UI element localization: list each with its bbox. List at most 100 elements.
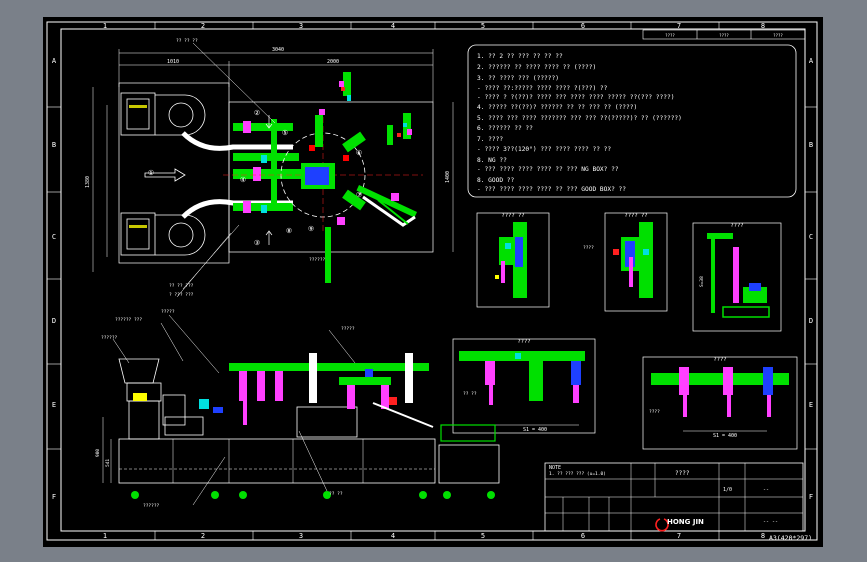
svg-text:?? ??: ?? ??: [463, 391, 477, 397]
note-line: - ???? 3??(120°) ??? ???? ???? ?? ??: [477, 145, 611, 153]
note-line: 7. ????: [477, 136, 503, 143]
row-label: B: [52, 141, 56, 149]
svg-text:????: ????: [665, 33, 675, 38]
row-label: B: [809, 141, 813, 149]
dim-overall: 3040: [272, 47, 284, 53]
note-line: 3. ?? ???? ??? (?????): [477, 75, 559, 82]
col-label: 3: [299, 22, 303, 30]
col-label: 3: [299, 532, 303, 540]
svg-text:????: ????: [730, 223, 743, 229]
callout-label: ? ??? ???: [169, 292, 194, 298]
note-line: - ???? ??:????? ???? ???? ?(???) ??: [477, 85, 608, 92]
row-label: D: [52, 317, 56, 325]
row-label: F: [809, 493, 813, 501]
callout-label: ??????: [309, 257, 326, 263]
station-marker: ②: [254, 109, 260, 117]
station-marker: ①: [148, 169, 154, 177]
front-elevation: 900 541: [95, 353, 500, 499]
detail-view-5: ???? S1 = 400 ????: [642, 356, 798, 450]
callout-label: ?????: [161, 309, 175, 315]
row-label: A: [52, 57, 57, 65]
col-label: 7: [677, 22, 681, 30]
note-line: 4. ????? ??(??)? ?????? ?? ?? ??? ?? (??…: [477, 104, 637, 111]
svg-text:????: ????: [719, 33, 729, 38]
callout-label: ?? ??: [329, 491, 343, 497]
title-block: NOTE 1. ?? ??? ??? (u=1.0) ???? 1/0 -- -…: [544, 462, 812, 542]
row-label: D: [809, 317, 813, 325]
detail-view-3: ???? S=38: [692, 222, 782, 332]
note-line: 1. ?? ??? ??? (u=1.0): [549, 471, 606, 477]
row-label: F: [52, 493, 56, 501]
row-label: A: [809, 57, 814, 65]
top-right-cells: ???? ???? ????: [642, 29, 806, 40]
row-label: C: [52, 233, 56, 241]
col-label: 1: [103, 22, 107, 30]
station-marker: ⑥: [356, 149, 362, 157]
detail-view-2: ???? ??: [604, 212, 668, 312]
station-marker: ③: [254, 239, 260, 247]
row-label: C: [809, 233, 813, 241]
dim-s1: S1 = 400: [523, 427, 547, 433]
note-line: - ??? ???? ???? ???? ?? ??? NG BOX? ??: [477, 166, 619, 173]
svg-text:????: ????: [713, 357, 726, 363]
drawing-name: ????: [675, 470, 690, 477]
callout-label: ?????: [341, 326, 355, 332]
col-label: 6: [581, 532, 585, 540]
note-label: NOTE: [549, 465, 561, 471]
dim-left: 1010: [167, 59, 179, 65]
cad-drawing: 1 2 3 4 5 6 7 8 1 2 3 4 5 6 7 8 A B C D …: [46, 21, 818, 542]
note-line: 8. GOOD ??: [477, 177, 515, 184]
svg-text:???? ??: ???? ??: [501, 213, 524, 219]
station-marker: ⑦: [356, 191, 362, 199]
note-line: 5. ???? ??? ???? ??????? ??? ??? ??(????…: [477, 115, 682, 122]
row-label: E: [809, 401, 813, 409]
detail-view-4: ???? S1 = 400 ?? ??: [452, 338, 596, 434]
col-label: 5: [481, 22, 485, 30]
sheet-size: A3(420*297): [769, 534, 812, 542]
row-label: E: [52, 401, 56, 409]
elev-dim-2: 541: [105, 459, 111, 467]
callout-label: ??????: [101, 335, 118, 341]
callout-label: ?? ?? ??: [176, 38, 198, 44]
col-label: 6: [581, 22, 585, 30]
col-label: 8: [761, 22, 765, 30]
plan-view: 3040 1010 2000 1380 1400 ① ② ③ ④ ⑤ ⑥ ⑦ ⑧…: [85, 47, 454, 283]
dim-right: 2000: [327, 59, 339, 65]
note-line: 1. ?? 2 ?? ??? ?? ?? ??: [477, 53, 563, 60]
dwg-no: -- --: [763, 519, 778, 525]
col-label: 7: [677, 532, 681, 540]
note-line: - ???? ? ?(??)? ???? ??? ???? ???? ?????…: [477, 94, 674, 101]
callout-label: ?????? ???: [115, 317, 142, 323]
callout-label: ????: [583, 245, 594, 251]
drawing-sheet: 1 2 3 4 5 6 7 8 1 2 3 4 5 6 7 8 A B C D …: [43, 17, 823, 547]
col-label: 1: [103, 532, 107, 540]
callout-label: ?? ?? ???: [169, 283, 194, 289]
col-label: 2: [201, 532, 205, 540]
note-line: 8. NG ??: [477, 157, 507, 164]
rev: --: [763, 487, 769, 493]
note-line: 2. ?????? ?? ???? ???? ?? (????): [477, 64, 596, 71]
dim-s1-b: S1 = 400: [713, 433, 737, 439]
dim-right-vertical: 1400: [445, 171, 451, 183]
callout-label: ??????: [143, 503, 160, 509]
col-label: 4: [391, 22, 395, 30]
elev-dim-1: 900: [95, 449, 101, 457]
s-dim: S=38: [699, 276, 705, 287]
col-label: 2: [201, 22, 205, 30]
dim-left-vertical: 1380: [85, 176, 91, 188]
detail-view-1: ???? ??: [476, 212, 550, 308]
col-label: 8: [761, 532, 765, 540]
station-marker: ⑨: [308, 225, 314, 233]
col-label: 5: [481, 532, 485, 540]
svg-text:???? ??: ???? ??: [624, 213, 647, 219]
col-label: 4: [391, 532, 395, 540]
scale: 1/0: [723, 487, 732, 493]
svg-text:????: ????: [773, 33, 783, 38]
svg-text:????: ????: [649, 409, 660, 415]
company-logo: HONG JIN: [667, 518, 704, 526]
station-marker: ⑤: [282, 129, 288, 137]
station-marker: ⑧: [286, 227, 292, 235]
svg-text:????: ????: [517, 339, 530, 345]
station-marker: ④: [240, 176, 246, 184]
notes-box: 1. ?? 2 ?? ??? ?? ?? ?? 2. ?????? ?? ???…: [467, 44, 797, 198]
